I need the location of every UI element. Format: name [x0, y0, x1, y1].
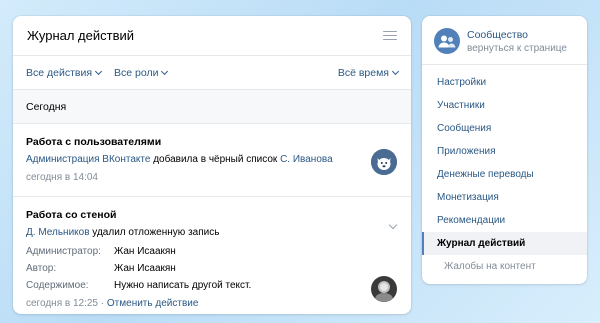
actor-link[interactable]: Администрация ВКонтакте	[26, 154, 150, 165]
actions-filter-dropdown[interactable]: Все действия	[26, 66, 103, 79]
detail-value-link[interactable]: Жан Исаакян	[114, 262, 176, 275]
sidebar-item-settings[interactable]: Настройки	[422, 71, 587, 94]
user-avatar[interactable]	[371, 276, 397, 302]
back-to-page-link[interactable]: вернуться к странице	[467, 43, 567, 54]
entry-time: сегодня в 12:25	[26, 298, 98, 309]
entry-footer: сегодня в 12:25 · Отменить действие	[26, 298, 398, 309]
action-text: удалил отложенную запись	[92, 227, 220, 238]
separator-dot: ·	[100, 298, 105, 309]
community-sidebar: Сообщество вернуться к странице Настройк…	[422, 16, 587, 284]
actions-filter-label: Все действия	[26, 66, 93, 79]
action-log-panel: Журнал действий Все действия Все роли Вс…	[13, 16, 411, 314]
people-icon	[438, 35, 456, 48]
entry-time: сегодня в 14:04	[26, 172, 98, 183]
vk-admin-avatar[interactable]	[371, 149, 397, 175]
page-title: Журнал действий	[27, 28, 135, 43]
entry-title: Работа со стеной	[26, 209, 117, 221]
community-avatar	[434, 28, 460, 54]
period-filter-label: Всё время	[337, 66, 389, 79]
entry-title: Работа с пользователями	[26, 136, 162, 148]
user-photo-icon	[371, 276, 397, 302]
detail-row: Администратор: Жан Исаакян	[26, 245, 398, 258]
chevron-down-icon	[161, 67, 169, 75]
undo-action-link[interactable]: Отменить действие	[107, 298, 199, 309]
sidebar-item-recommendations[interactable]: Рекомендации	[422, 209, 587, 232]
entry-description: Администрация ВКонтакте добавила в чёрны…	[26, 153, 398, 166]
panel-header: Журнал действий	[13, 16, 411, 56]
filter-list-icon[interactable]	[383, 30, 397, 41]
detail-label: Администратор:	[26, 246, 101, 257]
detail-label: Автор:	[26, 263, 57, 274]
sidebar-item-monetization[interactable]: Монетизация	[422, 186, 587, 209]
sidebar-item-action-log[interactable]: Журнал действий	[422, 232, 587, 255]
sidebar-item-messages[interactable]: Сообщения	[422, 117, 587, 140]
community-name[interactable]: Сообщество	[467, 29, 567, 41]
log-entry: Работа со стеной Д. Мельников удалил отл…	[13, 197, 411, 309]
roles-filter-dropdown[interactable]: Все роли	[114, 66, 169, 79]
sidebar-item-content-reports[interactable]: Жалобы на контент	[422, 255, 587, 278]
actor-link[interactable]: Д. Мельников	[26, 227, 90, 238]
sidebar-item-money-transfers[interactable]: Денежные переводы	[422, 163, 587, 186]
sidebar-item-members[interactable]: Участники	[422, 94, 587, 117]
filters-bar: Все действия Все роли Всё время	[13, 56, 411, 90]
community-info: Сообщество вернуться к странице	[467, 29, 567, 54]
sidebar-item-apps[interactable]: Приложения	[422, 140, 587, 163]
chevron-down-icon	[94, 67, 103, 75]
action-text: добавила в чёрный список	[153, 154, 278, 165]
day-header: Сегодня	[13, 90, 411, 124]
period-filter-dropdown[interactable]: Всё время	[337, 66, 400, 79]
log-entry: Работа с пользователями Администрация ВК…	[13, 124, 411, 197]
chevron-down-icon	[391, 67, 400, 75]
dog-mascot-icon	[371, 149, 397, 175]
detail-label: Содержимое:	[26, 280, 89, 291]
detail-value-link[interactable]: Жан Исаакян	[114, 245, 176, 258]
roles-filter-label: Все роли	[114, 66, 159, 79]
entry-description: Д. Мельников удалил отложенную запись	[26, 226, 398, 239]
target-link[interactable]: С. Иванова	[280, 154, 333, 165]
detail-row: Содержимое: Нужно написать другой текст.	[26, 279, 398, 292]
community-header[interactable]: Сообщество вернуться к странице	[422, 16, 587, 65]
detail-row: Автор: Жан Исаакян	[26, 262, 398, 275]
detail-value: Нужно написать другой текст.	[114, 280, 252, 291]
expand-chevron-icon[interactable]	[388, 220, 398, 230]
